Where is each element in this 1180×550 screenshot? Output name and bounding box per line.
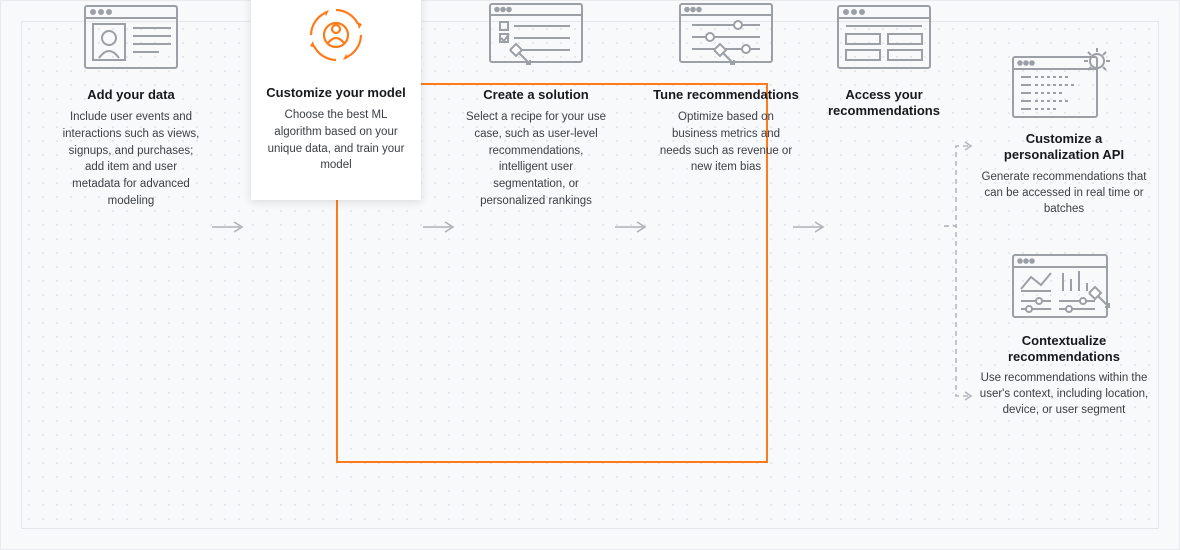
- step-desc: Optimize based on business metrics and n…: [651, 109, 801, 176]
- customize-model-icon: [281, 0, 391, 71]
- output-context: Contextualize recommendations Use recomm…: [979, 251, 1149, 419]
- output-api: Customize a personalization API Generate…: [979, 49, 1149, 217]
- step-access: Access your recommendations: [819, 1, 949, 126]
- arrow-icon: [417, 191, 465, 263]
- step-title: Tune recommendations: [651, 87, 801, 103]
- output-desc: Use recommendations within the user's co…: [979, 370, 1149, 418]
- arrow-icon: [609, 191, 657, 263]
- context-chart-icon: [1009, 251, 1119, 323]
- branch-connector: [941, 126, 981, 426]
- step-customize-model: Customize your model Choose the best ML …: [251, 0, 421, 200]
- tune-icon: [671, 1, 781, 73]
- step-desc: Choose the best ML algorithm based on yo…: [261, 107, 411, 174]
- step-title: Customize your model: [261, 85, 411, 101]
- step-title: Add your data: [56, 87, 206, 103]
- add-data-icon: [76, 1, 186, 73]
- step-title: Access your recommendations: [819, 87, 949, 120]
- step-tune: Tune recommendations Optimize based on b…: [651, 1, 801, 176]
- create-solution-icon: [481, 1, 591, 73]
- output-title: Contextualize recommendations: [979, 333, 1149, 366]
- output-title: Customize a personalization API: [979, 131, 1149, 164]
- access-icon: [829, 1, 939, 73]
- output-desc: Generate recommendations that can be acc…: [979, 169, 1149, 217]
- arrow-icon: [787, 191, 835, 263]
- step-desc: Select a recipe for your use case, such …: [461, 109, 611, 209]
- api-gear-icon: [1009, 49, 1119, 121]
- step-add-data: Add your data Include user events and in…: [56, 1, 206, 209]
- arrow-icon: [206, 191, 254, 263]
- step-desc: Include user events and interactions suc…: [56, 109, 206, 209]
- step-title: Create a solution: [461, 87, 611, 103]
- step-create-solution: Create a solution Select a recipe for yo…: [461, 1, 611, 209]
